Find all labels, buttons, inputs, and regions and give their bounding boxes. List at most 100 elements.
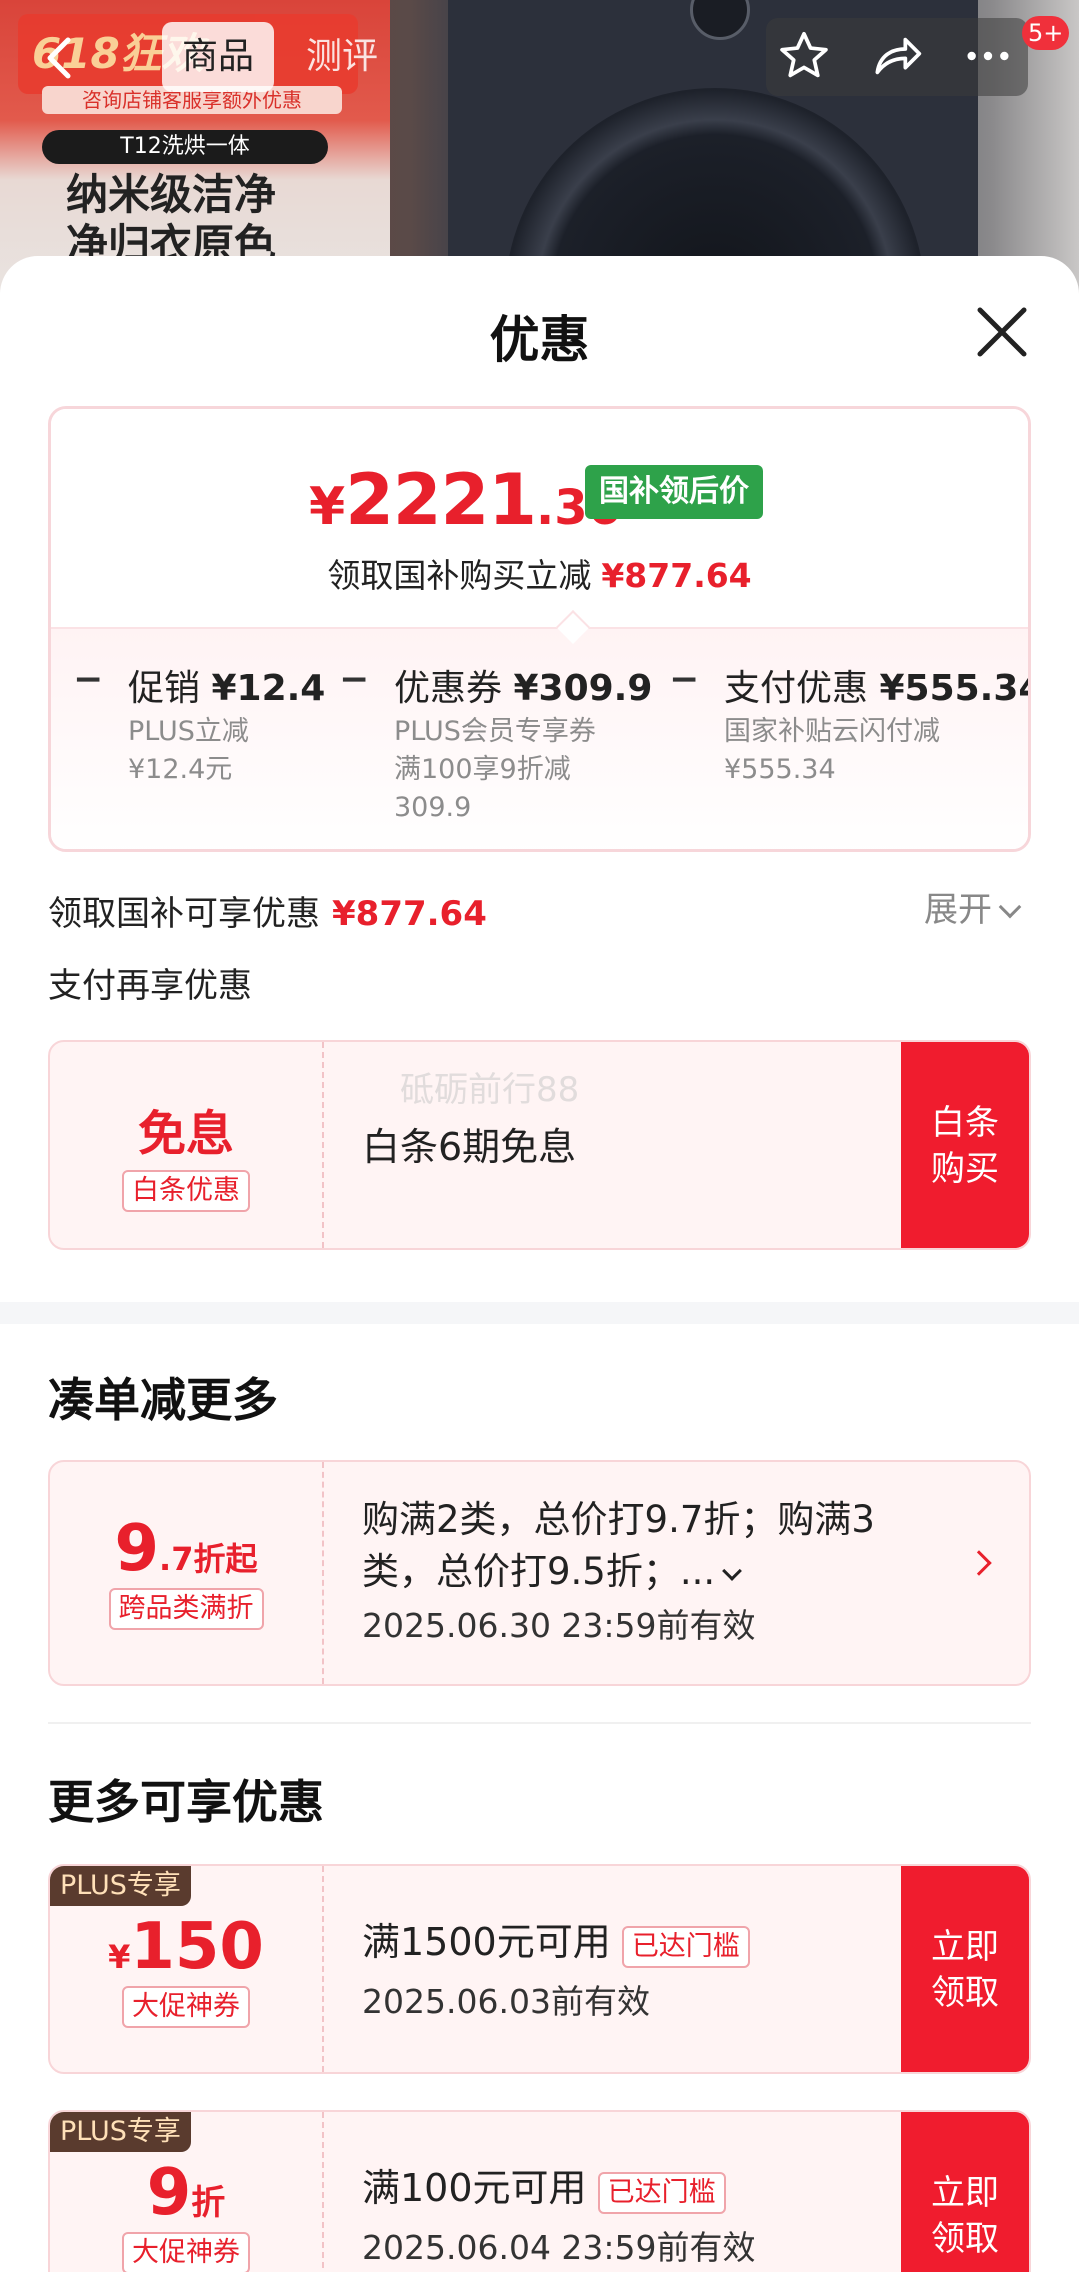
- interest-free-label: 免息: [137, 1106, 234, 1162]
- threshold-status-tag: 已达门槛: [621, 1926, 750, 1968]
- baitiao-card[interactable]: 免息 白条优惠 砥砺前行88 白条6期免息 白条 购买: [48, 1040, 1031, 1250]
- bundle-validity: 2025.06.30 23:59前有效: [362, 1606, 756, 1645]
- expand-label: 展开: [924, 890, 992, 930]
- coupon-left: 免息 白条优惠: [50, 1042, 324, 1248]
- promo-line-1: 纳米级洁净: [66, 170, 277, 219]
- deduction-desc-line: PLUS会员专享券: [394, 716, 596, 747]
- cta-line-2: 领取: [931, 1973, 999, 2013]
- price-summary: ¥2221.36 国补领后价 领取国补购买立减 ¥877.64: [51, 409, 1028, 627]
- price-card: ¥2221.36 国补领后价 领取国补购买立减 ¥877.64 − 促销 ¥12.…: [48, 406, 1031, 852]
- coupon-value: 150: [130, 1910, 264, 1984]
- tab-review[interactable]: 测评: [286, 22, 398, 92]
- coupon-info: 满100元可用 已达门槛 2025.06.04 23:59前有效: [362, 2162, 756, 2272]
- plus-exclusive-tag: PLUS专享: [50, 1866, 191, 1906]
- bundle-big-num: 9: [114, 1512, 160, 1586]
- minus-icon: −: [669, 659, 700, 700]
- deduction-desc: 国家补贴云闪付减 ¥555.34: [724, 713, 940, 789]
- minus-icon: −: [339, 659, 370, 700]
- price-sub-amount: ¥877.64: [601, 556, 752, 595]
- price-sub-label: 领取国补购买立减: [327, 556, 592, 595]
- divider: [48, 1722, 1031, 1724]
- baitiao-buy-button[interactable]: 白条 购买: [901, 1042, 1029, 1248]
- deduction-title: 优惠券 ¥309.9: [394, 659, 652, 711]
- share-icon[interactable]: [866, 28, 926, 88]
- deduction-desc-line: ¥555.34: [724, 754, 836, 785]
- close-icon[interactable]: [972, 302, 1032, 362]
- cta-line-2: 领取: [931, 2219, 999, 2259]
- subsidy-text: 领取国补可享优惠: [48, 894, 320, 934]
- bundle-line-2: 类，总价打9.5折；...: [362, 1546, 875, 1598]
- coupon-yen: ¥: [108, 1938, 131, 1976]
- threshold-status-tag: 已达门槛: [597, 2172, 726, 2214]
- coupon-amount: ¥150: [50, 1910, 322, 1984]
- subsidy-amount: ¥877.64: [332, 894, 487, 934]
- more-icon[interactable]: [958, 28, 1018, 88]
- deduction-name: 支付优惠: [724, 668, 869, 709]
- deduction-amount: ¥555.34: [879, 668, 1031, 709]
- sheet-title: 优惠: [489, 311, 590, 369]
- deduction-desc-line: 国家补贴云闪付减: [724, 716, 940, 747]
- coupon-tag: 大促神券: [122, 1986, 250, 2028]
- cta-line-1: 立即: [931, 2173, 999, 2213]
- coupon-card-1[interactable]: ¥150 大促神券 PLUS专享 满1500元可用 已达门槛 2025.06.0…: [48, 1864, 1031, 2074]
- bundle-suffix: .7折起: [159, 1540, 258, 1578]
- deduction-desc: PLUS立减 ¥12.4元: [128, 713, 249, 789]
- coupon-value: 9: [146, 2156, 192, 2230]
- coupon-amount: 9折: [50, 2156, 322, 2230]
- price-label-badge: 国补领后价: [585, 465, 763, 519]
- bundle-line-2-text: 类，总价打9.5折；...: [362, 1550, 716, 1593]
- bundle-card[interactable]: 9.7折起 跨品类满折 购满2类，总价打9.7折；购满3 类，总价打9.5折；.…: [48, 1460, 1031, 1686]
- coupon-condition: 满100元可用: [362, 2166, 587, 2210]
- coupon-condition-row: 满1500元可用 已达门槛: [362, 1916, 750, 1976]
- baitiao-tag: 白条优惠: [122, 1170, 250, 1212]
- chevron-down-icon[interactable]: [722, 1561, 743, 1581]
- bundle-text: 购满2类，总价打9.7折；购满3 类，总价打9.5折；... 2025.06.3…: [362, 1494, 875, 1684]
- claim-button[interactable]: 立即 领取: [901, 2112, 1029, 2272]
- cta-line-1: 立即: [931, 1927, 999, 1967]
- deduction-desc-line: ¥12.4元: [128, 754, 233, 785]
- coupon-validity: 2025.06.04 23:59前有效: [362, 2228, 756, 2267]
- chevron-down-icon: [998, 895, 1022, 919]
- expand-button[interactable]: 展开: [924, 882, 1022, 931]
- coupon-tag: 大促神券: [122, 2232, 250, 2272]
- cta-line-1: 白条: [931, 1103, 999, 1143]
- star-icon[interactable]: [774, 28, 834, 88]
- baitiao-text: 白条6期免息: [362, 1125, 577, 1169]
- message-badge: 5+: [1022, 16, 1070, 50]
- price-yen: ¥: [309, 477, 346, 537]
- deduction-desc-line: 满100享9折减: [394, 754, 571, 785]
- deduction-title: 促销 ¥12.4: [128, 659, 325, 711]
- chevron-right-icon[interactable]: [966, 1550, 992, 1576]
- price-subtext: 领取国补购买立减 ¥877.64: [51, 549, 1028, 597]
- deduction-name: 优惠券: [394, 668, 503, 709]
- minus-icon: −: [73, 659, 104, 700]
- claim-button[interactable]: 立即 领取: [901, 1866, 1029, 2072]
- coupon-condition-row: 满100元可用 已达门槛: [362, 2162, 756, 2222]
- cta-line-2: 购买: [931, 1149, 999, 1189]
- pay-section-title: 支付再享优惠: [48, 966, 252, 1006]
- bundle-line-1: 购满2类，总价打9.7折；购满3: [362, 1498, 875, 1541]
- back-icon[interactable]: [40, 30, 90, 86]
- coupon-info: 满1500元可用 已达门槛 2025.06.03前有效: [362, 1916, 750, 2072]
- deduction-name: 促销: [128, 668, 201, 709]
- price-integer: 2221: [345, 459, 537, 541]
- more-section-title: 更多可享优惠: [48, 1775, 324, 1829]
- coupon-condition: 满1500元可用: [362, 1920, 611, 1964]
- deduction-title: 支付优惠 ¥555.34: [724, 659, 1031, 711]
- coupon-card-2[interactable]: 9折 大促神券 PLUS专享 满100元可用 已达门槛 2025.06.04 2…: [48, 2110, 1031, 2272]
- deduction-desc-line: 309.9: [394, 792, 472, 823]
- coupon-suffix: 折: [191, 2183, 226, 2223]
- deduction-amount: ¥309.9: [513, 668, 653, 709]
- deduction-desc: PLUS会员专享券 满100享9折减 309.9: [394, 713, 596, 827]
- deduction-desc-line: PLUS立减: [128, 716, 249, 747]
- bundle-discount: 9.7折起: [50, 1512, 322, 1586]
- tab-product[interactable]: 商品: [162, 22, 275, 92]
- bundle-tag: 跨品类满折: [108, 1588, 264, 1630]
- discount-sheet: 优惠 ¥2221.36 国补领后价 领取国补购买立减 ¥877.64 − 促销 ¥…: [0, 256, 1079, 2272]
- final-price: ¥2221.36: [309, 459, 621, 541]
- coupon-validity: 2025.06.03前有效: [362, 1982, 650, 2021]
- section-gap: [0, 1302, 1079, 1324]
- plus-exclusive-tag: PLUS专享: [50, 2112, 191, 2152]
- coupon-left: 9.7折起 跨品类满折: [50, 1462, 324, 1684]
- promo-tag: T12洗烘一体: [42, 130, 328, 164]
